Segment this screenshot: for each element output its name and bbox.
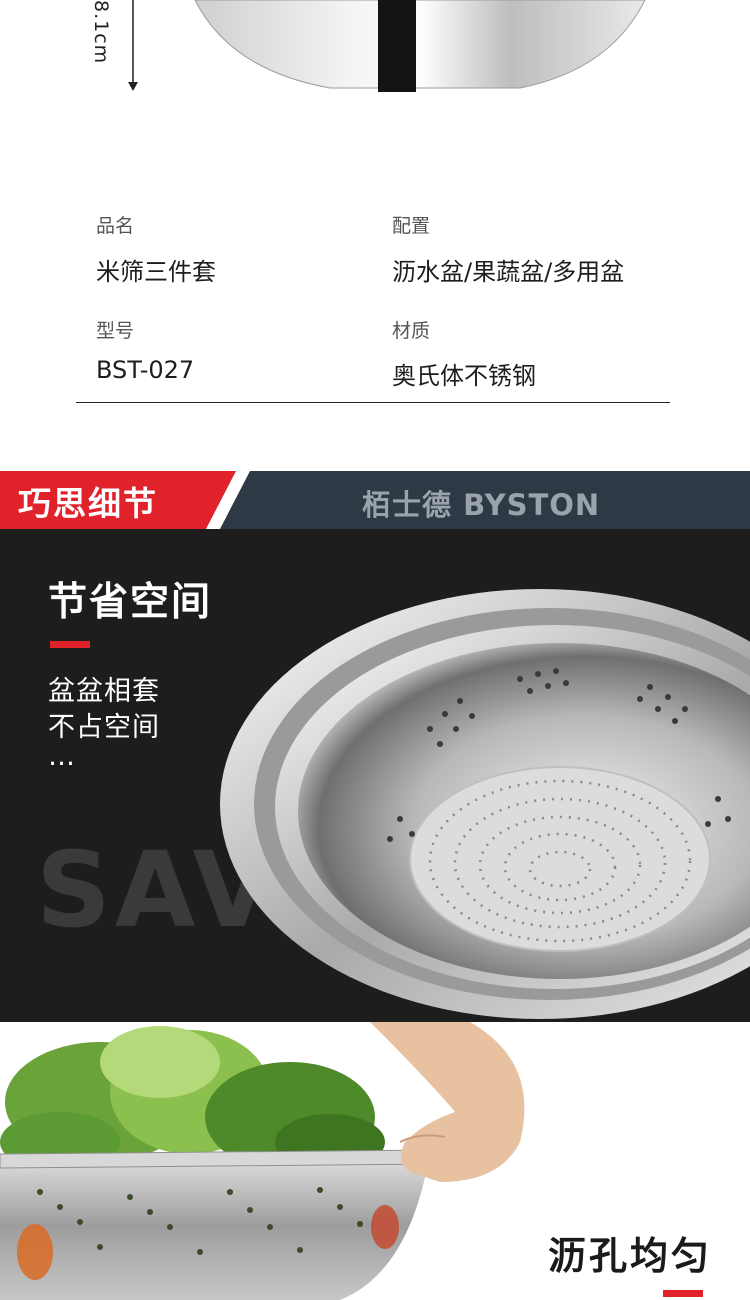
feature-line-2: 不占空间 bbox=[48, 712, 160, 743]
accent-bar-holes bbox=[663, 1290, 703, 1297]
feature-line-3: … bbox=[48, 741, 76, 772]
space-saving-section: SAVE 节省空间 盆盆相套 不占空间 … bbox=[0, 529, 750, 1022]
spec-key-model: 型号 bbox=[96, 320, 135, 342]
feature-title-holes: 沥孔均匀 bbox=[548, 1234, 713, 1278]
spec-value-material: 奥氏体不锈钢 bbox=[392, 362, 536, 390]
spec-key-name: 品名 bbox=[96, 215, 135, 237]
accent-bar bbox=[50, 641, 90, 648]
spec-key-config: 配置 bbox=[392, 215, 431, 237]
spec-value-name: 米筛三件套 bbox=[96, 258, 216, 286]
banner-title: 巧思细节 bbox=[18, 484, 158, 523]
brand-name: 栢士德 BYSTON bbox=[362, 488, 601, 522]
dimension-arrow-icon bbox=[128, 0, 138, 91]
spec-value-model: BST-027 bbox=[96, 356, 195, 384]
spec-key-material: 材质 bbox=[392, 320, 431, 342]
product-spec-section: 8.1cm 品名 米筛三件套 配置 沥水盆/果蔬盆/多用盆 型号 BST-027… bbox=[0, 0, 750, 470]
bowl-bottom-image bbox=[194, 0, 646, 92]
feature-title: 节省空间 bbox=[48, 580, 213, 625]
spec-value-config: 沥水盆/果蔬盆/多用盆 bbox=[392, 258, 625, 286]
nested-bowls-image bbox=[220, 589, 750, 1019]
spec-divider bbox=[76, 402, 670, 403]
draining-holes-section: 沥孔均匀 bbox=[0, 1022, 750, 1300]
feature-line-1: 盆盆相套 bbox=[48, 676, 160, 707]
height-dimension-label: 8.1cm bbox=[90, 0, 112, 65]
section-banner: 巧思细节 栢士德 BYSTON bbox=[0, 471, 750, 529]
